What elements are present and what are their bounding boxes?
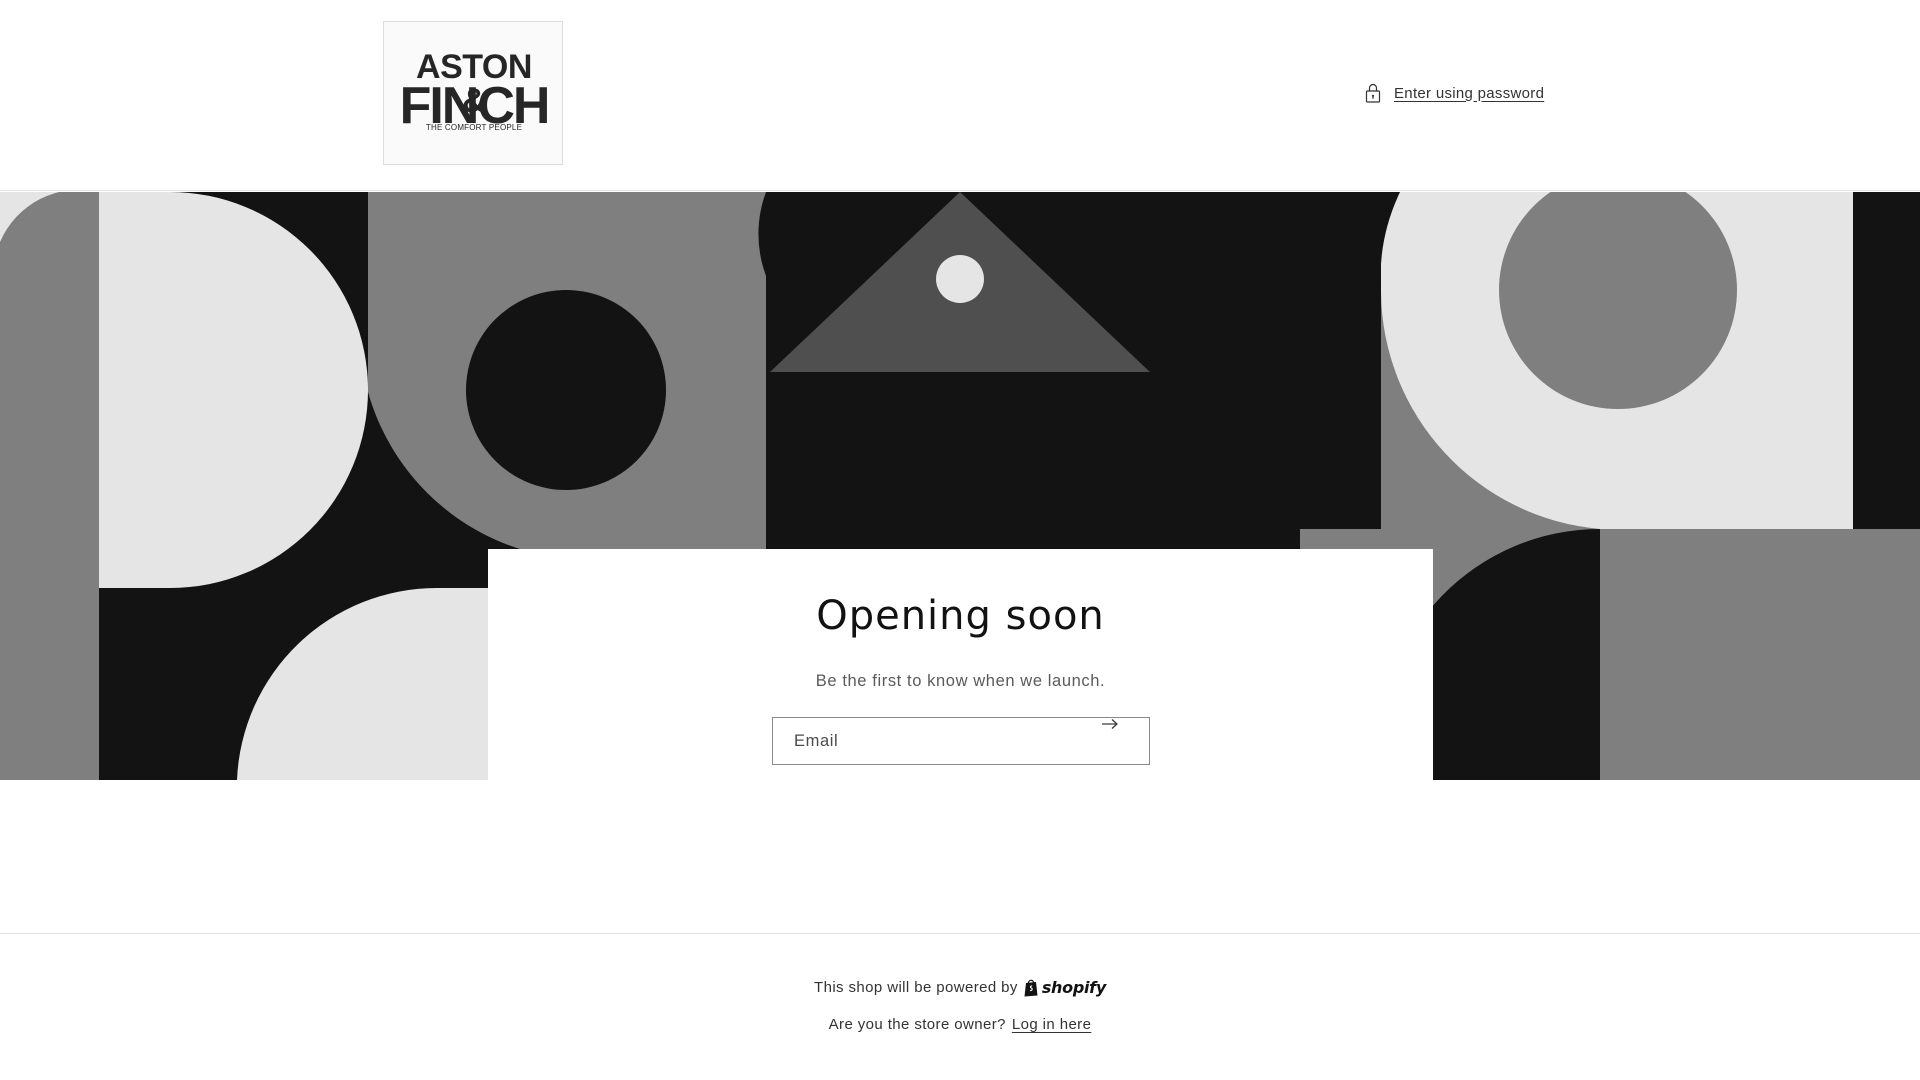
site-header: ASTON & FINCH THE COMFORT PEOPLE Enter u…: [0, 0, 1920, 191]
page-title: Opening soon: [816, 593, 1105, 639]
shopify-logo[interactable]: shopify: [1023, 978, 1106, 997]
subscribe-button[interactable]: [1101, 718, 1149, 764]
email-input[interactable]: [773, 718, 1093, 764]
hero-banner: Opening soon Be the first to know when w…: [0, 192, 1920, 780]
powered-by: This shop will be powered by shopify: [0, 978, 1920, 997]
store-owner-text: Are you the store owner?: [828, 1016, 1006, 1033]
logo-tagline: THE COMFORT PEOPLE: [425, 123, 523, 132]
lock-icon: [1365, 83, 1381, 103]
enter-password-link[interactable]: Enter using password: [1364, 82, 1544, 104]
shopify-wordmark: shopify: [1041, 978, 1106, 997]
arrow-right-icon: [1102, 719, 1118, 729]
powered-by-text: This shop will be powered by: [814, 979, 1018, 996]
site-footer: This shop will be powered by shopify Are…: [0, 933, 1920, 1080]
enter-password-label: Enter using password: [1394, 84, 1545, 102]
shopify-bag-icon: [1024, 979, 1038, 996]
opening-soon-card: Opening soon Be the first to know when w…: [488, 549, 1433, 780]
log-in-link[interactable]: Log in here: [1012, 1016, 1091, 1033]
launch-subtitle: Be the first to know when we launch.: [815, 672, 1106, 690]
store-owner-prompt: Are you the store owner? Log in here: [0, 1016, 1920, 1033]
store-logo[interactable]: ASTON & FINCH THE COMFORT PEOPLE: [383, 21, 563, 165]
newsletter-form: [772, 717, 1150, 765]
